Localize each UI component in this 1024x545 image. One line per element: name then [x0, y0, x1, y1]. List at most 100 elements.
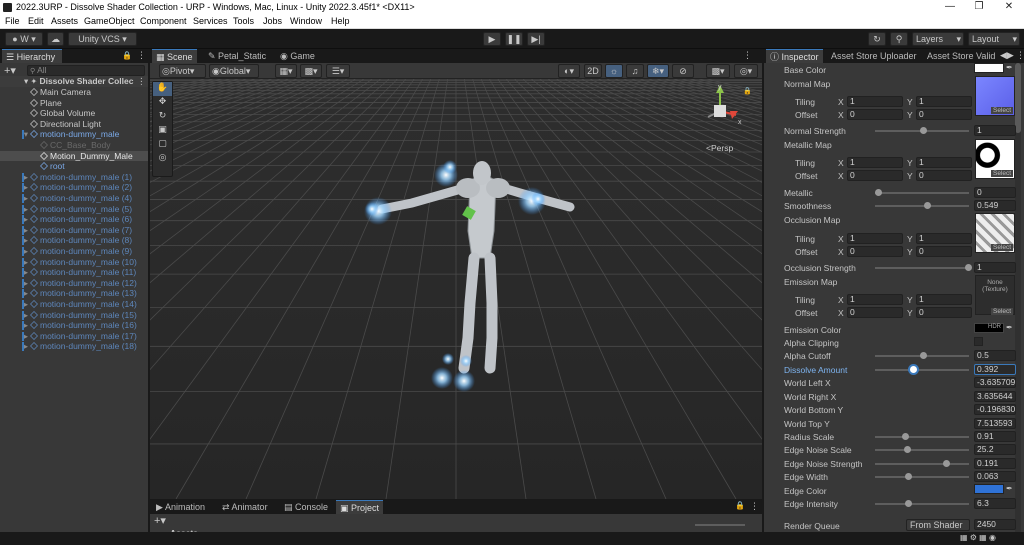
metallic-map-texture-select-button[interactable]: Select [991, 170, 1014, 177]
layers-dropdown[interactable]: Layers ▾ [912, 32, 964, 46]
emission-color-swatch[interactable]: HDR [974, 323, 1004, 333]
occlusion-offset-x[interactable]: 0 [847, 246, 903, 257]
world-right-x-value[interactable]: 3.635644 [974, 391, 1016, 402]
edge-noise-scale-slider-track[interactable] [875, 449, 969, 451]
smoothness-slider-track[interactable] [875, 205, 969, 207]
tab-asset-store-valid[interactable]: Asset Store Valid [923, 49, 999, 63]
gizmos-icon[interactable]: ◎▾ [734, 64, 758, 78]
hierarchy-item[interactable]: ▸ motion-dummy_male (8) [0, 235, 148, 246]
pivot-dropdown[interactable]: ◎Pivot▾ [159, 64, 206, 78]
world-bottom-y-value[interactable]: -0.196830 [974, 404, 1016, 415]
rect-tool-icon[interactable]: ▢ [153, 138, 172, 152]
menu-assets[interactable]: Assets [51, 16, 78, 26]
search-icon[interactable]: ⚲ [890, 32, 908, 46]
render-queue-dropdown[interactable]: From Shader▾ [906, 519, 970, 540]
hierarchy-item[interactable]: ▸ motion-dummy_male (7) [0, 225, 148, 236]
play-icon[interactable]: ▶ [483, 32, 501, 46]
edge-noise-strength-slider-track[interactable] [875, 463, 969, 465]
occlusion-tiling-y[interactable]: 1 [916, 233, 972, 244]
menu-jobs[interactable]: Jobs [263, 16, 282, 26]
character-model[interactable] [150, 63, 762, 499]
normal-strength-value[interactable]: 1 [974, 125, 1016, 136]
occlusion-strength-slider-track[interactable] [875, 267, 969, 269]
create-icon[interactable]: +▾ [154, 514, 166, 527]
emission-offset-y[interactable]: 0 [916, 307, 972, 318]
smoothness-value[interactable]: 0.549 [974, 200, 1016, 211]
tab-animator[interactable]: ⇄ Animator [218, 500, 272, 514]
expand-arrow-icon[interactable]: ▾ [0, 76, 28, 86]
normal-tiling-y[interactable]: 1 [916, 96, 972, 107]
emission-tiling-y[interactable]: 1 [916, 294, 972, 305]
hierarchy-item[interactable]: ▸ motion-dummy_male (1) [0, 172, 148, 183]
menu-component[interactable]: Component [140, 16, 187, 26]
inspector-scrollbar[interactable] [1015, 63, 1021, 543]
metallic-tiling-y[interactable]: 1 [916, 157, 972, 168]
tab-project[interactable]: ▣ Project [336, 500, 384, 514]
2d-toggle[interactable]: 2D [584, 64, 602, 78]
metallic-value[interactable]: 0 [974, 187, 1016, 198]
dissolve-amount-value[interactable]: 0.392 [974, 364, 1016, 375]
alpha-cutoff-value[interactable]: 0.5 [974, 350, 1016, 361]
scene-more-icon[interactable]: ⋮ [137, 76, 146, 87]
more-icon[interactable]: ⋮ [137, 50, 146, 61]
tab-hierarchy[interactable]: ☰ Hierarchy [2, 49, 62, 63]
alpha-clipping-checkbox[interactable] [974, 337, 983, 346]
scene-view[interactable]: y x 🔒 <Persp ✋ ✥ ↻ ▣ ▢ ◎ [150, 63, 762, 499]
metallic-offset-y[interactable]: 0 [916, 170, 972, 181]
hierarchy-item[interactable]: Directional Light [0, 119, 148, 130]
transform-tool-icon[interactable]: ◎ [153, 152, 172, 166]
hierarchy-item[interactable]: root [0, 161, 148, 172]
hierarchy-item[interactable]: ▸ motion-dummy_male (11) [0, 267, 148, 278]
edge-width-value[interactable]: 0.063 [974, 471, 1016, 482]
hierarchy-item[interactable]: Main Camera [0, 87, 148, 98]
scale-tool-icon[interactable]: ▣ [153, 124, 172, 138]
metallic-tiling-x[interactable]: 1 [847, 157, 903, 168]
pause-icon[interactable]: ❚❚ [505, 32, 523, 46]
menu-file[interactable]: File [5, 16, 20, 26]
close-icon[interactable]: ✕ [999, 1, 1019, 12]
hierarchy-search-input[interactable]: ⚲ All [27, 65, 145, 76]
radius-scale-slider-knob[interactable] [902, 433, 909, 440]
radius-scale-value[interactable]: 0.91 [974, 431, 1016, 442]
minimize-icon[interactable]: — [940, 1, 960, 12]
world-left-x-value[interactable]: -3.635709 [974, 377, 1016, 388]
metallic-offset-x[interactable]: 0 [847, 170, 903, 181]
tab-scene[interactable]: ▦ Scene [152, 49, 197, 63]
menu-help[interactable]: Help [331, 16, 350, 26]
hierarchy-item[interactable]: ▸ motion-dummy_male (6) [0, 214, 148, 225]
inspector-more-icon[interactable]: ⋮ [1016, 50, 1024, 61]
edge-intensity-value[interactable]: 6.3 [974, 498, 1016, 509]
hand-tool-icon[interactable]: ✋ [153, 82, 172, 96]
occlusion-offset-y[interactable]: 0 [916, 246, 972, 257]
hierarchy-item[interactable]: Global Volume [0, 108, 148, 119]
occlusion-map-texture-select-button[interactable]: Select [991, 244, 1014, 251]
occlusion-strength-value[interactable]: 1 [974, 262, 1016, 273]
global-dropdown[interactable]: ◉Global▾ [209, 64, 259, 78]
metallic-slider-track[interactable] [875, 192, 969, 194]
effects-icon[interactable]: ❄▾ [647, 64, 669, 78]
edge-noise-strength-value[interactable]: 0.191 [974, 458, 1016, 469]
normal-tiling-x[interactable]: 1 [847, 96, 903, 107]
edge-width-slider-track[interactable] [875, 476, 969, 478]
hierarchy-item[interactable]: ▸ motion-dummy_male (10) [0, 257, 148, 268]
tab-game[interactable]: ◉ Game [276, 49, 319, 63]
layout-dropdown[interactable]: Layout ▾ [968, 32, 1020, 46]
tab-petal-static[interactable]: ✎ Petal_Static [204, 49, 270, 63]
edge-intensity-slider-track[interactable] [875, 503, 969, 505]
history-icon[interactable]: ↻ [868, 32, 886, 46]
tab-arrows-icon[interactable]: ◀▶ [1000, 50, 1014, 61]
grid-toggle-icon[interactable]: ☰▾ [326, 64, 350, 78]
hierarchy-item[interactable]: ▸ motion-dummy_male (13) [0, 288, 148, 299]
cloud-icon[interactable]: ☁ [47, 32, 64, 46]
orientation-gizmo[interactable]: y x [698, 81, 748, 141]
camera-icon[interactable]: ▩▾ [706, 64, 730, 78]
lock-icon[interactable]: 🔒 [122, 51, 132, 60]
normal-map-texture-select-button[interactable]: Select [991, 107, 1014, 114]
vcs-button[interactable]: Unity VCS ▾ [68, 32, 137, 46]
hierarchy-item[interactable]: ▸ motion-dummy_male (4) [0, 193, 148, 204]
hierarchy-item[interactable]: CC_Base_Body [0, 140, 148, 151]
icon-size-slider[interactable] [695, 524, 745, 526]
hierarchy-item[interactable]: ▸ motion-dummy_male (18) [0, 341, 148, 352]
tab-console[interactable]: ▤ Console [280, 500, 332, 514]
dissolve-amount-slider-track[interactable] [875, 369, 969, 371]
